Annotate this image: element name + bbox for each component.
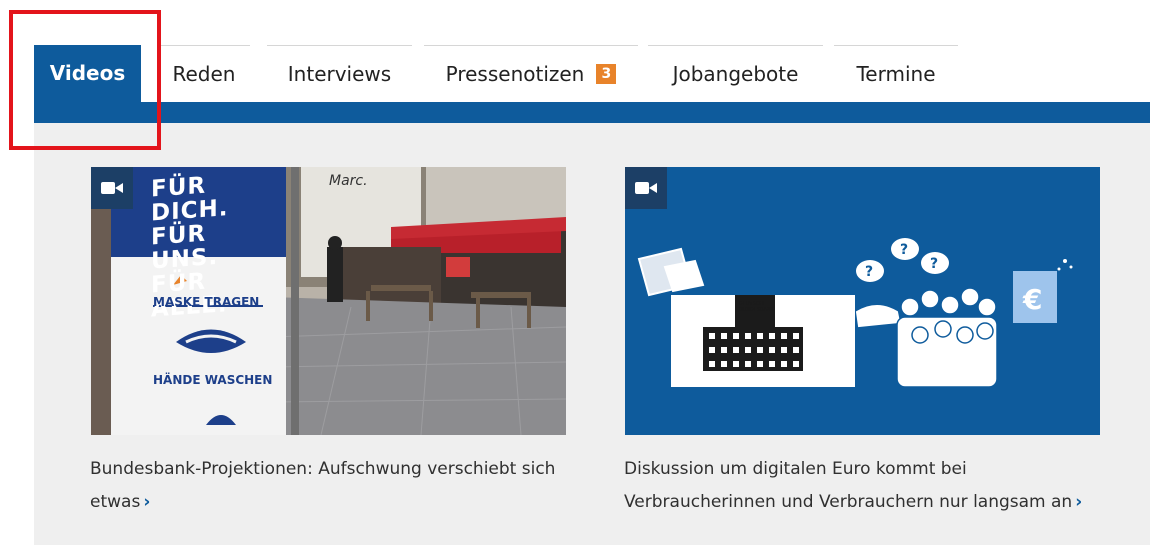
video-title-link[interactable]: Bundesbank-Projektionen: Aufschwung vers… bbox=[90, 453, 580, 519]
video-list: FÜR DICH. FÜR UNS. FÜR ALLE. MASKE TRAGE… bbox=[34, 123, 1150, 545]
tab-jobangebote[interactable]: Jobangebote bbox=[648, 45, 823, 102]
video-camera-icon bbox=[91, 167, 133, 209]
tab-reden[interactable]: Reden bbox=[158, 45, 250, 102]
store-sign: Marc. bbox=[329, 173, 368, 189]
video-title-link[interactable]: Diskussion um digitalen Euro kommt bei V… bbox=[624, 453, 1114, 519]
video-thumbnail-shopping-street[interactable]: FÜR DICH. FÜR UNS. FÜR ALLE. MASKE TRAGE… bbox=[91, 167, 566, 435]
count-badge: 3 bbox=[596, 64, 617, 84]
tab-termine[interactable]: Termine bbox=[834, 45, 958, 102]
chevron-right-icon: › bbox=[1075, 492, 1083, 512]
poster-wash-text: HÄNDE WASCHEN bbox=[153, 373, 273, 387]
tab-label: Pressenotizen bbox=[445, 61, 585, 86]
video-title: Bundesbank-Projektionen: Aufschwung vers… bbox=[90, 459, 556, 512]
tab-underline-bar bbox=[34, 102, 1150, 123]
tab-interviews[interactable]: Interviews bbox=[267, 45, 412, 102]
poster-line: FÜR ALLE. bbox=[151, 268, 228, 323]
building-sign: DEUTSCHE BUNDESBANK bbox=[739, 301, 774, 313]
poster-mask-text: MASKE TRAGEN bbox=[153, 295, 260, 309]
digital-euro-illustration: ??? € bbox=[625, 167, 1100, 435]
tab-label: Jobangebote bbox=[672, 61, 799, 86]
tab-label: Reden bbox=[172, 61, 236, 86]
tab-navigation: Videos Reden Interviews Pressenotizen 3 … bbox=[0, 0, 1150, 125]
chevron-right-icon: › bbox=[143, 492, 151, 512]
video-title: Diskussion um digitalen Euro kommt bei V… bbox=[624, 459, 1073, 512]
tab-videos[interactable]: Videos bbox=[34, 45, 141, 102]
tab-label: Videos bbox=[49, 61, 126, 85]
svg-text:€: € bbox=[1022, 283, 1042, 316]
tab-label: Interviews bbox=[287, 61, 392, 86]
tab-pressenotizen[interactable]: Pressenotizen 3 bbox=[424, 45, 638, 102]
svg-text:?: ? bbox=[930, 256, 938, 272]
video-thumbnail-digital-euro[interactable]: ??? € DEUTSCHE BUNDESBANK bbox=[625, 167, 1100, 435]
svg-text:?: ? bbox=[900, 242, 908, 258]
tab-label: Termine bbox=[856, 61, 936, 86]
video-camera-icon bbox=[625, 167, 667, 209]
building-sign-line: BUNDESBANK bbox=[739, 307, 774, 313]
svg-text:?: ? bbox=[865, 264, 873, 280]
